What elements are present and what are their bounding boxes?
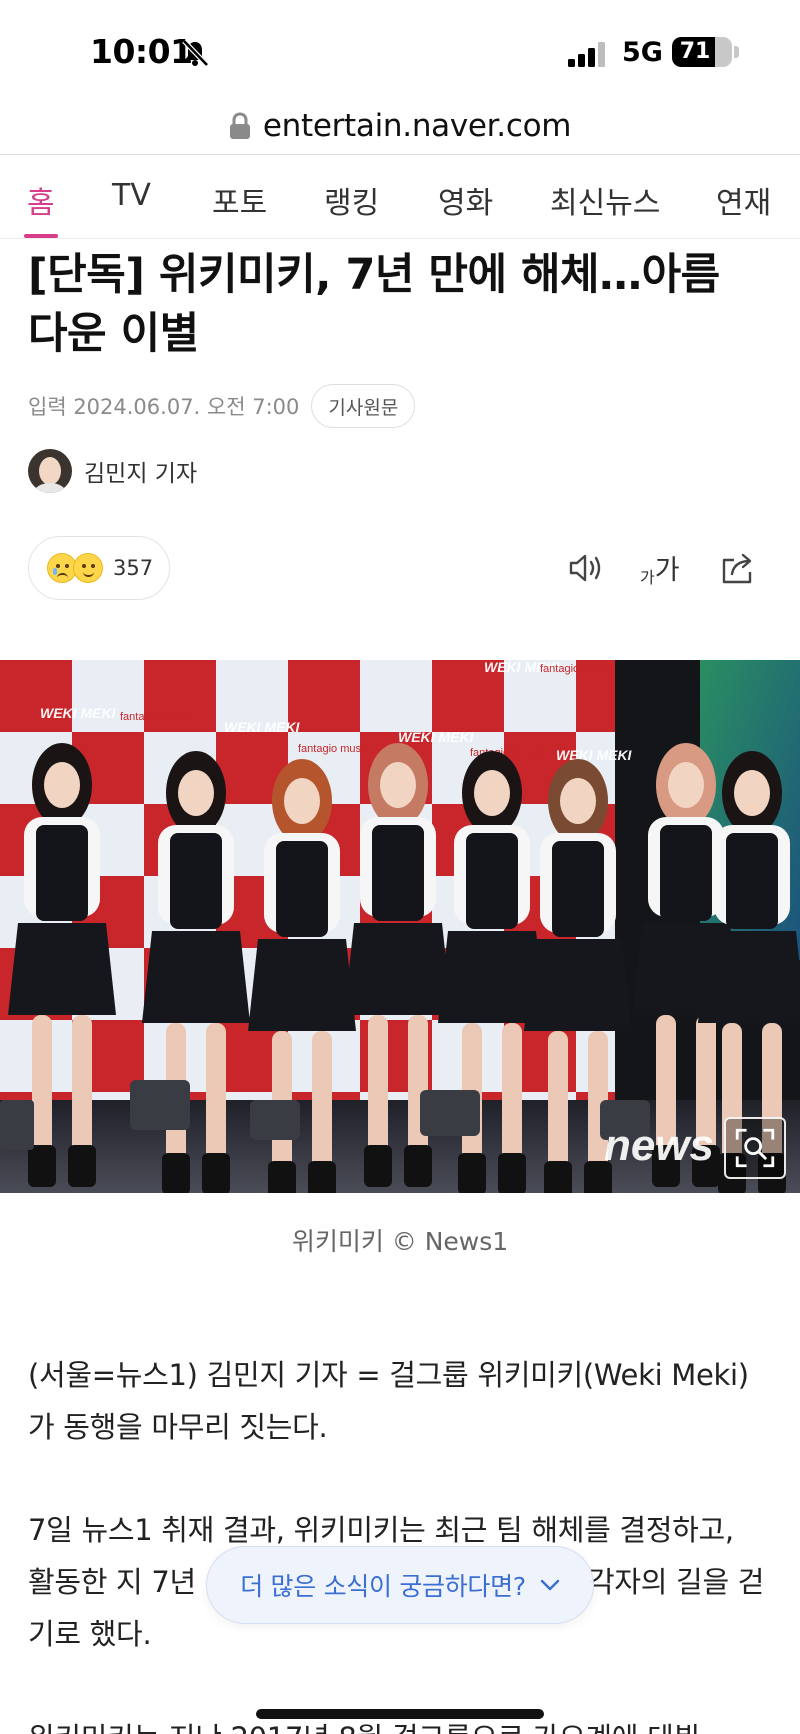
backdrop-label: fantagio music [120, 711, 191, 723]
tab-home[interactable]: 홈 [27, 178, 55, 222]
font-size-button[interactable]: 가 가 [640, 550, 680, 586]
tab-latest-news[interactable]: 최신뉴스 [550, 178, 660, 222]
paragraph-1: (서울=뉴스1) 김민지 기자 = 걸그룹 위키미키(Weki Meki) 가 … [28, 1349, 776, 1453]
paragraph-line: 활동한 지 7년 [28, 1565, 196, 1599]
news-watermark: news [603, 1121, 714, 1170]
backdrop-logo: WEKI MEKI [224, 719, 301, 735]
backdrop-label: fantagio music [298, 743, 369, 755]
publish-date: 입력 2024.06.07. 오전 7:00 [28, 395, 300, 419]
status-bar: 10:01 5G 71 [0, 0, 800, 100]
divider [0, 154, 800, 155]
paragraph-line: 7일 뉴스1 취재 결과, 위키미키는 최근 팀 해체를 결정하고, [28, 1513, 734, 1547]
backdrop-logo: WEKI MEKI [40, 705, 117, 721]
font-small-glyph: 가 [640, 568, 655, 587]
tab-ranking[interactable]: 랭킹 [324, 178, 379, 222]
network-label: 5G [622, 37, 663, 68]
battery-percent: 71 [679, 39, 711, 64]
status-time: 10:01 [90, 32, 193, 71]
more-news-label: 더 많은 소식이 궁금하다면? [240, 1572, 526, 1601]
section-tabs: 홈 TV 포토 랭킹 영화 최신뉴스 연재 [0, 156, 800, 240]
headline-line: 다운 이별 [28, 309, 199, 359]
battery-cap [734, 46, 739, 58]
divider [0, 238, 800, 239]
battery-icon: 71 [672, 37, 732, 67]
photo-caption: 위키미키 © News1 [291, 1227, 509, 1256]
backdrop-label: fantagio music [540, 663, 611, 675]
chevron-down-icon [540, 1579, 560, 1591]
reaction-button[interactable]: 357 [28, 536, 170, 600]
reporter-name[interactable]: 김민지 기자 [84, 454, 197, 488]
reaction-count: 357 [113, 556, 154, 580]
font-large-glyph: 가 [654, 555, 680, 586]
tab-tv[interactable]: TV [112, 178, 151, 213]
tab-series[interactable]: 연재 [716, 178, 771, 222]
zoom-icon[interactable] [724, 1117, 786, 1179]
avatar-body [34, 483, 66, 493]
address-bar[interactable]: entertain.naver.com [0, 96, 800, 156]
avatar-face [39, 457, 61, 485]
backdrop-logo: WEKI MEKI [556, 747, 633, 763]
original-article-button[interactable]: 기사원문 [311, 384, 416, 428]
article-photo[interactable]: WEKI MEKI WEKI MEKI WEKI MEKI WEKI MEKI … [0, 660, 800, 1193]
tab-movie[interactable]: 영화 [438, 178, 493, 222]
reporter-row[interactable]: 김민지 기자 [28, 448, 197, 494]
tab-photo[interactable]: 포토 [212, 178, 267, 222]
bell-off-icon [182, 39, 209, 67]
lock-icon [229, 112, 250, 139]
headline-line: [단독] 위키미키, 7년 만에 해체…아름 [28, 250, 720, 300]
article-headline: [단독] 위키미키, 7년 만에 해체…아름 다운 이별 [28, 246, 768, 364]
paragraph-line: 가 동행을 마무리 짓는다. [28, 1410, 328, 1444]
reporter-avatar[interactable] [28, 449, 72, 493]
more-news-button[interactable]: 더 많은 소식이 궁금하다면? [206, 1546, 594, 1624]
article-meta: 입력 2024.06.07. 오전 7:00 기사원문 [28, 384, 416, 428]
backdrop-logo: WEKI MEKI [398, 729, 475, 745]
paragraph-line: 각자의 길을 걷 [588, 1565, 765, 1599]
speaker-icon[interactable] [566, 548, 606, 588]
home-indicator [256, 1709, 544, 1719]
group-photo: WEKI MEKI WEKI MEKI WEKI MEKI WEKI MEKI … [0, 660, 800, 1193]
url-text: entertain.naver.com [262, 108, 572, 144]
share-icon[interactable] [718, 548, 758, 588]
paragraph-line: (서울=뉴스1) 김민지 기자 = 걸그룹 위키미키(Weki Meki) [28, 1358, 749, 1392]
paragraph-line: 위키미키는 지난 2017년 8월 걸그룹으로 가요계에 데뷔 [28, 1721, 700, 1734]
smile-emoji-icon [73, 553, 103, 583]
signal-icon [568, 42, 605, 67]
